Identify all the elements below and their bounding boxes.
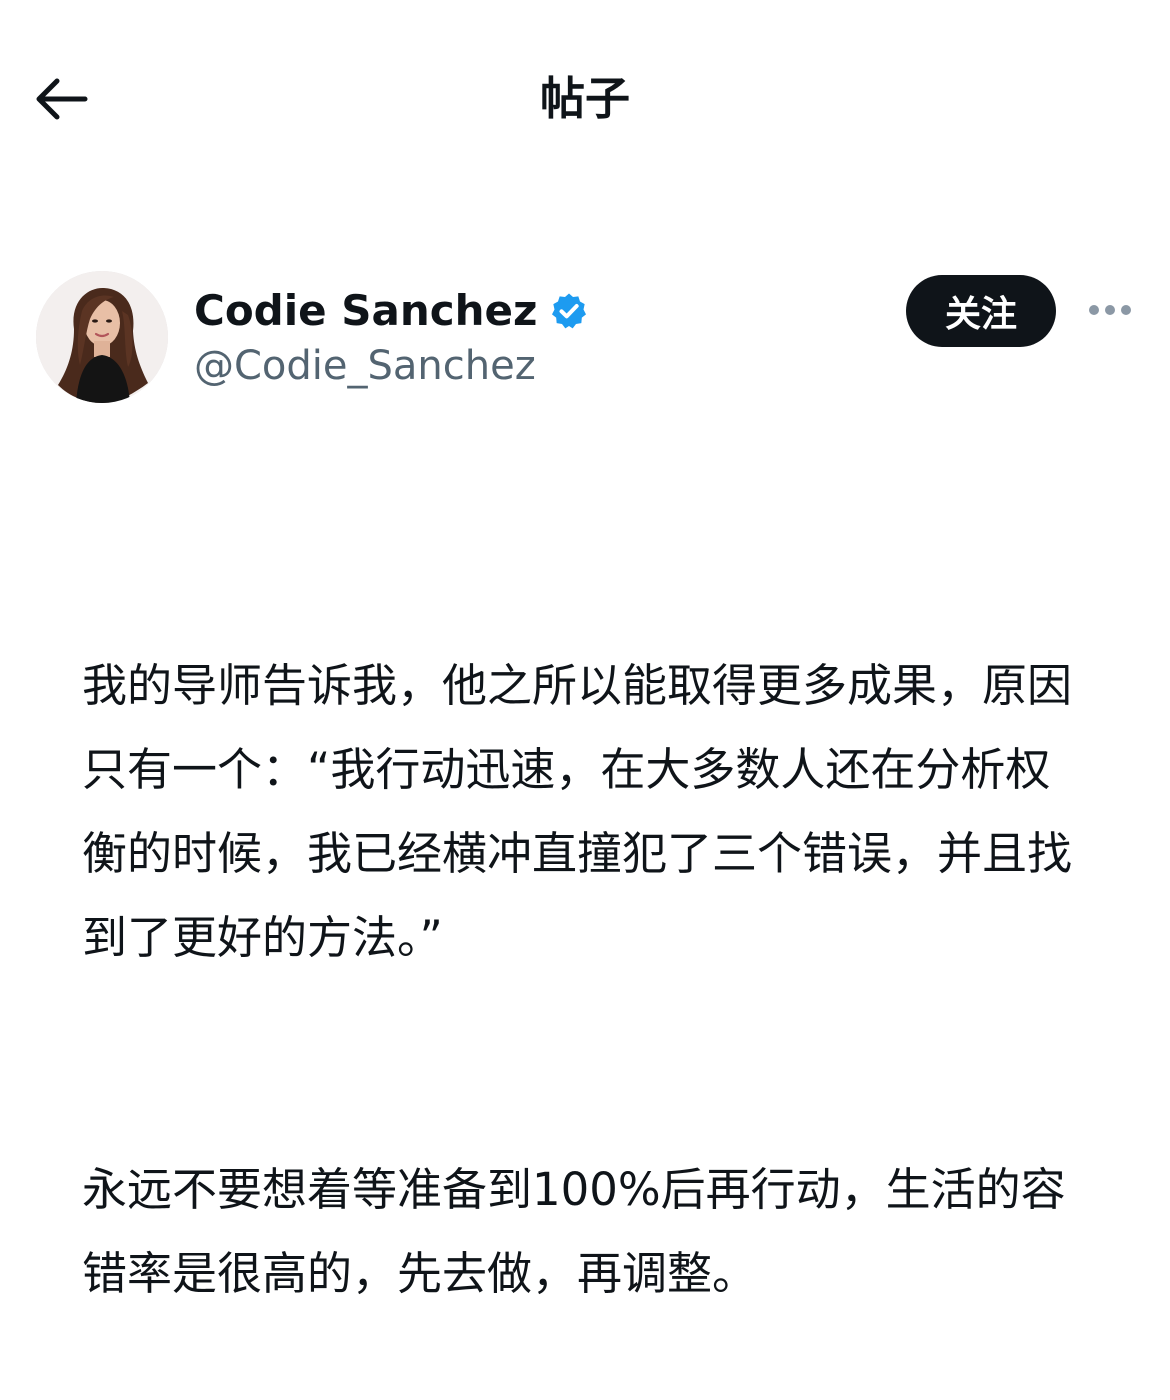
follow-button[interactable]: 关注 [906,275,1056,347]
avatar[interactable] [36,271,168,403]
profile-photo-icon [36,271,168,403]
top-bar: 帖子 [0,0,1170,200]
more-horizontal-icon [1089,305,1131,315]
post-paragraph: 我的导师告诉我，他之所以能取得更多成果，原因只有一个：“我行动迅速，在大多数人还… [82,659,1073,964]
author-name-row[interactable]: Codie Sanchez [194,280,589,342]
more-options-button[interactable] [1080,292,1140,328]
post-paragraph: 永远不要想着等准备到100%后再行动，生活的容错率是很高的，先去做，再调整。 [82,1163,1066,1300]
post-text: 我的导师告诉我，他之所以能取得更多成果，原因只有一个：“我行动迅速，在大多数人还… [82,476,1092,1400]
page-title: 帖子 [539,72,630,125]
verified-badge-icon [552,293,587,329]
author-display-name[interactable]: Codie Sanchez [194,280,537,342]
author-handle[interactable]: @Codie_Sanchez [194,338,536,394]
